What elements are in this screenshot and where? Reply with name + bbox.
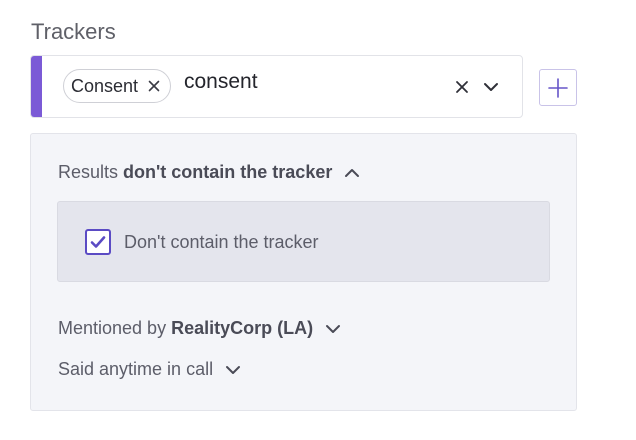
add-tracker-button[interactable] xyxy=(539,69,577,106)
checkmark-icon xyxy=(90,236,106,248)
clear-icon[interactable] xyxy=(455,80,469,94)
results-condition-toggle[interactable]: Results don't contain the tracker xyxy=(58,162,360,183)
filter-options-panel: Results don't contain the tracker Don't … xyxy=(30,133,577,411)
results-prefix: Results xyxy=(58,162,119,182)
said-label: Said anytime in call xyxy=(58,359,214,379)
chevron-down-icon xyxy=(325,323,341,335)
trackers-filter: Trackers Consent consent Results don't c… xyxy=(0,0,636,440)
tracker-select[interactable]: Consent xyxy=(30,55,523,118)
chevron-up-icon xyxy=(344,167,360,179)
accent-bar xyxy=(31,56,42,117)
said-when-toggle[interactable]: Said anytime in call xyxy=(58,359,241,380)
tracker-search-input[interactable] xyxy=(184,66,434,98)
chevron-down-icon[interactable] xyxy=(483,81,499,93)
tracker-chip-label: Consent xyxy=(71,75,139,96)
mentioned-value: RealityCorp (LA) xyxy=(171,318,314,338)
plus-icon xyxy=(548,77,568,98)
chevron-down-icon xyxy=(225,364,241,376)
results-value: don't contain the tracker xyxy=(123,162,333,182)
section-title: Trackers xyxy=(31,19,116,44)
dont-contain-checkbox[interactable] xyxy=(85,229,111,255)
mentioned-prefix: Mentioned by xyxy=(58,318,167,338)
mentioned-by-toggle[interactable]: Mentioned by RealityCorp (LA) xyxy=(58,318,341,339)
remove-chip-icon[interactable] xyxy=(148,80,160,92)
dont-contain-checkbox-label: Don't contain the tracker xyxy=(124,232,319,252)
tracker-chip: Consent xyxy=(63,69,172,103)
results-options-box: Don't contain the tracker xyxy=(57,201,550,282)
